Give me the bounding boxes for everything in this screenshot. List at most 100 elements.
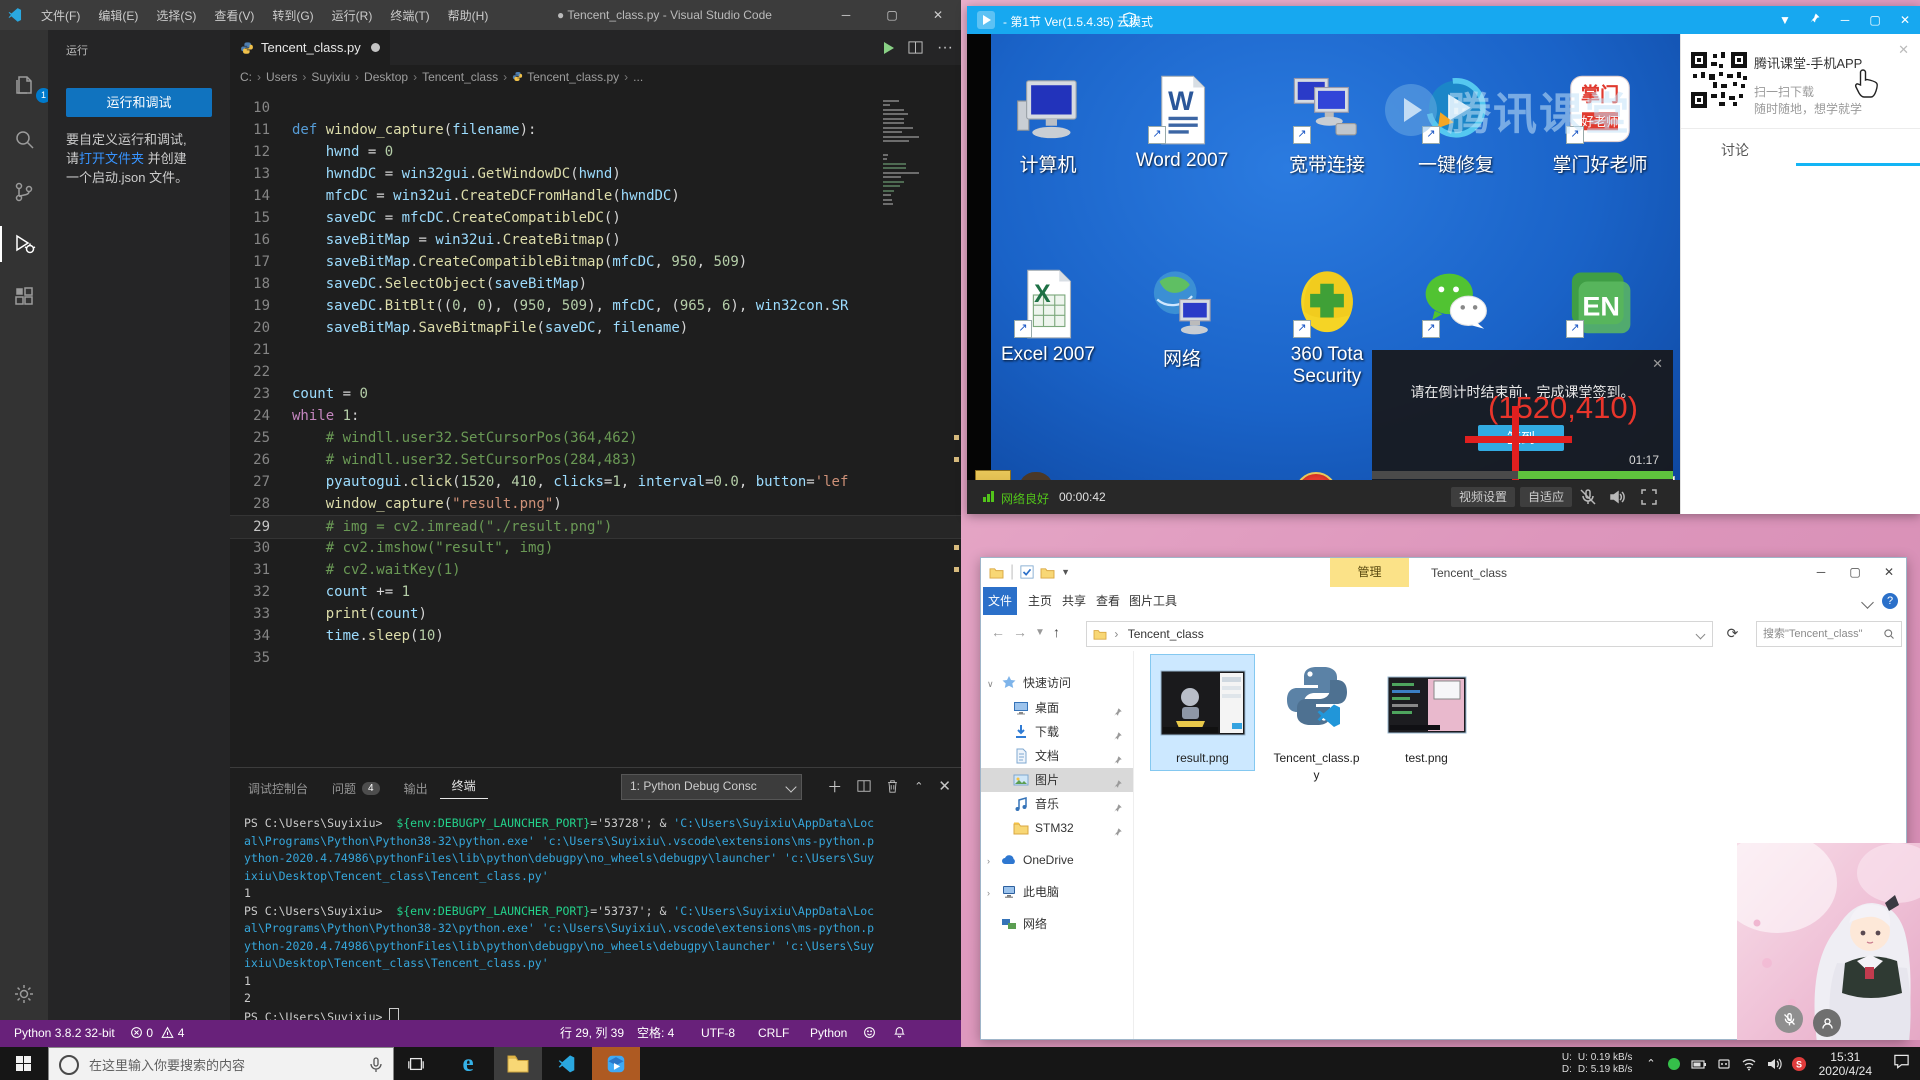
sidebar-item-此电脑[interactable]: ›此电脑 xyxy=(981,880,1133,904)
sidebar-item-文档[interactable]: 文档 xyxy=(981,744,1133,768)
sidebar-item-网络[interactable]: 网络 xyxy=(981,912,1133,936)
network-wifi-icon[interactable] xyxy=(1741,1056,1757,1072)
close-icon[interactable]: ✕ xyxy=(1890,6,1920,34)
tray-green-status-icon[interactable] xyxy=(1666,1056,1682,1072)
sidebar-item-下载[interactable]: 下载 xyxy=(981,720,1133,744)
fullscreen-icon[interactable] xyxy=(1640,488,1658,506)
file-test.png[interactable]: test.png xyxy=(1374,654,1479,771)
ribbon-tab-查看[interactable]: 查看 xyxy=(1091,587,1125,615)
desktop-icon-360 Tota[interactable]: ↗360 TotaSecurity xyxy=(1279,268,1375,388)
cam-user-icon[interactable] xyxy=(1813,1009,1841,1037)
breadcrumb-item[interactable]: Tencent_class.py xyxy=(527,70,619,84)
code-line-15[interactable]: 15 saveDC = mfcDC.CreateCompatibleDC() xyxy=(230,207,961,229)
run-debug-icon[interactable] xyxy=(12,232,36,256)
tab-discussion[interactable]: 讨论 xyxy=(1721,140,1749,160)
open-folder-link[interactable]: 打开文件夹 xyxy=(79,151,144,166)
taskbar-clock[interactable]: 15:31 2020/4/24 xyxy=(1819,1050,1872,1078)
minimize-icon[interactable]: ─ xyxy=(823,0,869,30)
close-icon[interactable]: ✕ xyxy=(1872,558,1906,587)
code-line-27[interactable]: 27 pyautogui.click(1520, 410, clicks=1, … xyxy=(230,471,961,493)
recent-locations-icon[interactable]: ▼ xyxy=(1035,627,1045,638)
breadcrumb-item[interactable]: Users xyxy=(266,70,297,84)
code-line-19[interactable]: 19 saveDC.BitBlt((0, 0), (950, 509), mfc… xyxy=(230,295,961,317)
maximize-icon[interactable]: ▢ xyxy=(1838,558,1872,587)
terminal-select[interactable]: 1: Python Debug Consc xyxy=(621,774,802,800)
desktop-icon-网络[interactable]: 网络 xyxy=(1134,268,1230,371)
search-box[interactable]: 搜索"Tencent_class" xyxy=(1756,621,1902,647)
breadcrumb-item[interactable]: ... xyxy=(633,70,643,84)
status-eol[interactable]: CRLF xyxy=(758,1020,789,1047)
desktop-icon-宽带连接[interactable]: ↗宽带连接 xyxy=(1279,74,1375,177)
new-folder-icon[interactable] xyxy=(1040,566,1055,579)
split-terminal-icon[interactable] xyxy=(857,779,871,793)
desktop-icon-计算机[interactable]: 计算机 xyxy=(1000,74,1096,177)
feedback-icon[interactable] xyxy=(863,1020,876,1047)
file-explorer-button[interactable] xyxy=(494,1047,542,1080)
run-python-file-icon[interactable] xyxy=(884,42,894,54)
refresh-icon[interactable]: ⟳ xyxy=(1716,621,1749,645)
panel-tab-0[interactable]: 调试控制台 xyxy=(236,780,320,797)
show-hidden-icons-button[interactable]: ⌃ xyxy=(1646,1057,1655,1070)
close-icon[interactable]: ✕ xyxy=(1652,356,1663,372)
status-python-version[interactable]: Python 3.8.2 32-bit xyxy=(14,1020,115,1047)
menu-文件[interactable]: 文件(F) xyxy=(32,7,89,24)
breadcrumb[interactable]: C:›Users›Suyixiu›Desktop›Tencent_class›T… xyxy=(240,65,643,89)
file-result.png[interactable]: result.png xyxy=(1150,654,1255,771)
close-icon[interactable]: ✕ xyxy=(915,0,961,30)
notifications-bell-icon[interactable] xyxy=(893,1020,906,1047)
pin-icon[interactable] xyxy=(1800,6,1830,34)
maximize-panel-icon[interactable]: ⌃ xyxy=(914,780,923,793)
help-icon[interactable]: ? xyxy=(1882,593,1898,609)
breadcrumb-item[interactable]: Suyixiu xyxy=(311,70,350,84)
kill-terminal-icon[interactable] xyxy=(886,779,899,793)
ribbon-tab-共享[interactable]: 共享 xyxy=(1057,587,1091,615)
net-speed-indicator[interactable]: U:U: 0.19 kB/s D:D: 5.19 kB/s xyxy=(1562,1052,1632,1076)
ribbon-tab-图片工具[interactable]: 图片工具 xyxy=(1125,587,1181,615)
menu-帮助[interactable]: 帮助(H) xyxy=(439,7,498,24)
code-line-12[interactable]: 12 hwnd = 0 xyxy=(230,141,961,163)
ribbon-tab-文件[interactable]: 文件 xyxy=(983,587,1017,615)
source-control-icon[interactable] xyxy=(12,180,36,204)
expander-chevron-icon[interactable]: › xyxy=(987,881,990,905)
file-Tencent_class.p[interactable]: Tencent_class.py xyxy=(1264,654,1369,788)
qat-dropdown-icon[interactable]: ▼ xyxy=(1061,567,1070,577)
code-line-11[interactable]: 11def window_capture(filename): xyxy=(230,119,961,141)
menu-编辑[interactable]: 编辑(E) xyxy=(89,7,147,24)
maximize-icon[interactable]: ▢ xyxy=(869,0,915,30)
code-line-13[interactable]: 13 hwndDC = win32gui.GetWindowDC(hwnd) xyxy=(230,163,961,185)
code-line-17[interactable]: 17 saveBitMap.CreateCompatibleBitmap(mfc… xyxy=(230,251,961,273)
code-line-16[interactable]: 16 saveBitMap = win32ui.CreateBitmap() xyxy=(230,229,961,251)
menu-查看[interactable]: 查看(V) xyxy=(205,7,263,24)
explorer-icon[interactable]: 1 xyxy=(12,72,36,96)
status-indent[interactable]: 空格: 4 xyxy=(637,1020,674,1047)
ribbon-tab-主页[interactable]: 主页 xyxy=(1023,587,1057,615)
menu-转到[interactable]: 转到(G) xyxy=(263,7,322,24)
expand-ribbon-icon[interactable] xyxy=(1861,596,1874,609)
remote-desktop-video[interactable]: 计算机W↗Word 2007↗宽带连接↗一键修复掌门好老师↗掌门好老师X↗Exc… xyxy=(967,34,1680,480)
sidebar-item-桌面[interactable]: 桌面 xyxy=(981,696,1133,720)
close-icon[interactable]: ✕ xyxy=(1898,42,1909,58)
properties-check-icon[interactable] xyxy=(1020,565,1034,579)
code-line-25[interactable]: 25 # windll.user32.SetCursorPos(364,462) xyxy=(230,427,961,449)
task-view-button[interactable] xyxy=(392,1047,440,1080)
minimap[interactable] xyxy=(879,91,949,251)
desktop-icon-Word 2007[interactable]: W↗Word 2007 xyxy=(1134,74,1230,172)
sidebar-item-快速访问[interactable]: ∨快速访问 xyxy=(981,671,1133,695)
taskbar-search-box[interactable]: 在这里输入你要搜索的内容 xyxy=(48,1047,394,1080)
dropdown-arrow-icon[interactable]: ▼ xyxy=(1770,6,1800,34)
new-terminal-icon[interactable]: ＋ xyxy=(827,776,842,797)
code-line-18[interactable]: 18 saveDC.SelectObject(saveBitMap) xyxy=(230,273,961,295)
microphone-muted-icon[interactable] xyxy=(1579,488,1597,506)
code-line-32[interactable]: 32 count += 1 xyxy=(230,581,961,603)
usb-device-icon[interactable] xyxy=(1716,1056,1732,1072)
code-line-31[interactable]: 31 # cv2.waitKey(1) xyxy=(230,559,961,581)
status-encoding[interactable]: UTF-8 xyxy=(701,1020,735,1047)
close-panel-icon[interactable]: ✕ xyxy=(938,777,951,795)
split-editor-icon[interactable] xyxy=(908,40,923,55)
minimize-icon[interactable]: ─ xyxy=(1804,558,1838,587)
panel-tab-1[interactable]: 问题4 xyxy=(320,780,392,797)
run-and-debug-button[interactable]: 运行和调试 xyxy=(66,88,212,117)
breadcrumb-item[interactable]: Desktop xyxy=(364,70,408,84)
sidebar-item-STM32[interactable]: STM32 xyxy=(981,816,1133,840)
action-center-button[interactable] xyxy=(1886,1053,1916,1074)
